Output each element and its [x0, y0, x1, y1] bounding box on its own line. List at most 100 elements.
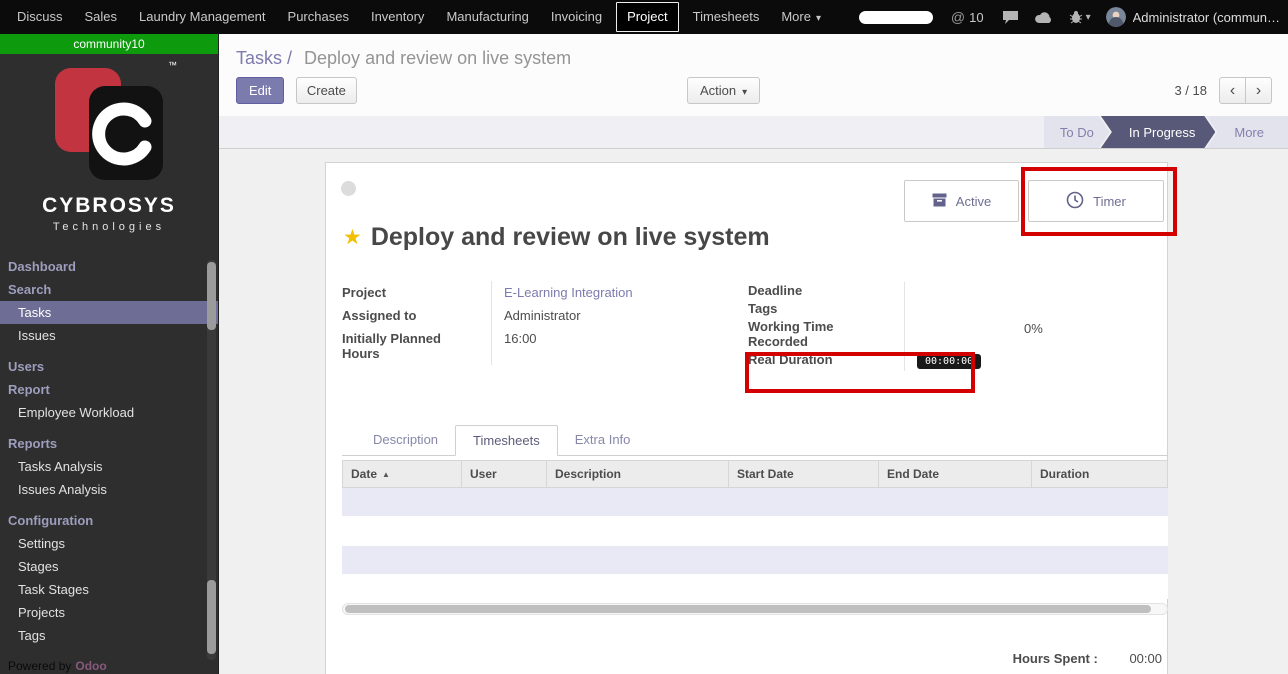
table-row[interactable]: [342, 574, 1168, 599]
column-date-label: Date: [351, 467, 377, 481]
active-stat-button[interactable]: Active: [904, 180, 1019, 222]
bug-menu-icon[interactable]: [1069, 10, 1091, 24]
menu-discuss[interactable]: Discuss: [6, 0, 74, 34]
column-description[interactable]: Description: [547, 461, 729, 487]
archive-box-icon: [932, 193, 947, 210]
assigned-to-value: Administrator: [491, 304, 742, 327]
deadline-value: [904, 282, 1042, 300]
control-panel: Tasks / Deploy and review on live system…: [219, 34, 1288, 116]
form-view-area: Active Timer Deploy and review on live s…: [219, 149, 1288, 674]
working-time-recorded-label: Working Time Recorded: [748, 318, 904, 351]
stage-in-progress[interactable]: In Progress: [1101, 116, 1215, 148]
hours-spent-label: Hours Spent :: [1013, 651, 1098, 666]
sidebar-item-configuration[interactable]: Configuration: [0, 509, 218, 532]
sidebar-item-users[interactable]: Users: [0, 355, 218, 378]
database-banner: community10: [0, 34, 218, 54]
project-label: Project: [342, 281, 491, 304]
breadcrumb: Tasks / Deploy and review on live system: [219, 34, 1288, 69]
menu-more[interactable]: More: [770, 0, 832, 34]
sidebar-item-tags[interactable]: Tags: [0, 624, 218, 647]
menu-manufacturing[interactable]: Manufacturing: [435, 0, 539, 34]
sidebar-scrollbar-thumb[interactable]: [207, 262, 216, 330]
sidebar-item-tasks[interactable]: Tasks: [0, 301, 218, 324]
horizontal-scrollbar-track[interactable]: [342, 603, 1168, 615]
sidebar-item-employee-workload[interactable]: Employee Workload: [0, 401, 218, 424]
action-dropdown-button[interactable]: Action: [687, 77, 760, 104]
pager-next-button[interactable]: [1245, 77, 1272, 104]
stage-steps: To Do In Progress More: [1044, 116, 1288, 148]
column-end-date[interactable]: End Date: [879, 461, 1032, 487]
favorite-star-icon[interactable]: [343, 225, 362, 250]
tab-extra-info[interactable]: Extra Info: [558, 425, 648, 455]
menu-more-label: More: [781, 9, 811, 24]
at-icon: [951, 9, 965, 25]
sidebar-item-task-stages[interactable]: Task Stages: [0, 578, 218, 601]
top-navbar: Discuss Sales Laundry Management Purchas…: [0, 0, 1288, 34]
powered-by-label: Powered by: [8, 659, 71, 673]
odoo-brand-link[interactable]: Odoo: [75, 659, 106, 673]
sidebar-item-report[interactable]: Report: [0, 378, 218, 401]
timer-stat-button[interactable]: Timer: [1028, 180, 1164, 222]
sidebar-menu: Dashboard Search Tasks Issues Users Repo…: [0, 255, 218, 647]
notebook-tabs: Description Timesheets Extra Info: [342, 425, 1168, 456]
stat-buttons: Active Timer: [904, 180, 1164, 222]
chat-bubble-icon[interactable]: [1002, 10, 1019, 25]
menu-project[interactable]: Project: [616, 2, 678, 32]
task-image-placeholder[interactable]: [341, 181, 356, 196]
menu-timesheets[interactable]: Timesheets: [682, 0, 771, 34]
mention-counter[interactable]: 10: [951, 9, 984, 25]
hours-spent-value: 00:00: [1129, 651, 1162, 666]
timer-button-label: Timer: [1093, 194, 1126, 209]
user-menu[interactable]: Administrator (commun…: [1133, 10, 1280, 25]
edit-button[interactable]: Edit: [236, 77, 284, 104]
task-title-row: Deploy and review on live system: [343, 223, 770, 252]
tab-timesheets[interactable]: Timesheets: [455, 425, 558, 456]
tab-description[interactable]: Description: [356, 425, 455, 455]
form-sheet: Active Timer Deploy and review on live s…: [325, 162, 1168, 674]
sidebar: community10 ™ CYBROSYS Technologies Dash…: [0, 34, 219, 674]
sidebar-item-reports[interactable]: Reports: [0, 432, 218, 455]
cybrosys-logo-icon: ™: [53, 66, 165, 182]
tags-label: Tags: [748, 300, 904, 318]
project-value-link[interactable]: E-Learning Integration: [491, 281, 742, 304]
trademark-symbol: ™: [168, 60, 177, 70]
hours-spent-summary: Hours Spent : 00:00: [1013, 651, 1162, 666]
breadcrumb-tasks[interactable]: Tasks /: [236, 48, 292, 68]
menu-invoicing[interactable]: Invoicing: [540, 0, 613, 34]
sidebar-item-search[interactable]: Search: [0, 278, 218, 301]
pager-counter: 3 / 18: [1174, 83, 1207, 98]
cloud-icon[interactable]: [1034, 11, 1054, 24]
sidebar-item-stages[interactable]: Stages: [0, 555, 218, 578]
table-row[interactable]: [342, 516, 1168, 546]
table-row[interactable]: [342, 546, 1168, 574]
sidebar-scrollbar-thumb[interactable]: [207, 580, 216, 654]
working-time-recorded-value: [904, 318, 1042, 351]
create-button[interactable]: Create: [296, 77, 357, 104]
sidebar-item-issues-analysis[interactable]: Issues Analysis: [0, 478, 218, 501]
mention-count: 10: [969, 10, 983, 25]
statusbar: To Do In Progress More: [219, 116, 1288, 149]
active-button-label: Active: [956, 194, 991, 209]
clock-icon: [1066, 191, 1084, 212]
stage-more[interactable]: More: [1206, 116, 1288, 148]
user-avatar[interactable]: [1106, 7, 1126, 27]
sidebar-item-settings[interactable]: Settings: [0, 532, 218, 555]
pager-previous-button[interactable]: [1219, 77, 1246, 104]
table-row[interactable]: [342, 488, 1168, 516]
column-start-date[interactable]: Start Date: [729, 461, 879, 487]
menu-sales[interactable]: Sales: [74, 0, 129, 34]
sidebar-item-projects[interactable]: Projects: [0, 601, 218, 624]
column-date[interactable]: Date: [343, 461, 462, 487]
sidebar-item-issues[interactable]: Issues: [0, 324, 218, 347]
timesheets-table: Date User Description Start Date End Dat…: [342, 460, 1168, 599]
column-user[interactable]: User: [462, 461, 547, 487]
menu-inventory[interactable]: Inventory: [360, 0, 435, 34]
duration-badge: 00:00:00: [917, 354, 981, 369]
stage-to-do[interactable]: To Do: [1044, 116, 1110, 148]
sidebar-item-tasks-analysis[interactable]: Tasks Analysis: [0, 455, 218, 478]
sidebar-item-dashboard[interactable]: Dashboard: [0, 255, 218, 278]
menu-laundry-management[interactable]: Laundry Management: [128, 0, 276, 34]
horizontal-scrollbar-thumb[interactable]: [345, 605, 1151, 613]
menu-purchases[interactable]: Purchases: [277, 0, 360, 34]
column-duration[interactable]: Duration: [1032, 461, 1169, 487]
